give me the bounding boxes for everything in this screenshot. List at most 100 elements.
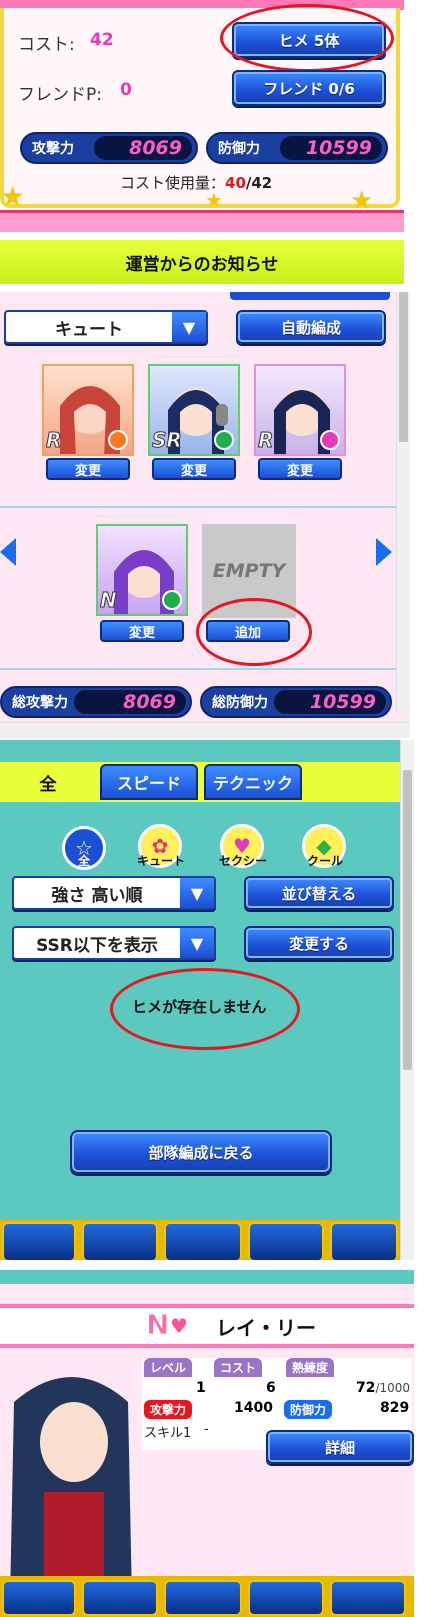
chevron-down-icon: ▼ — [180, 928, 214, 958]
rarity-badge: SR — [152, 428, 183, 453]
tab-technique[interactable]: テクニック — [204, 764, 302, 800]
level-value: 1 — [196, 1380, 206, 1396]
change-button-2[interactable]: 変更 — [152, 458, 236, 480]
character-detail: N ♥ レイ・リー レベル 1 コスト 6 熟練度 72/1000 攻撃力 14… — [0, 1270, 414, 1617]
nav-menu-icon[interactable] — [330, 1580, 406, 1616]
tab-speed-label: スピード — [116, 774, 181, 793]
pink-ribbon — [0, 210, 404, 232]
detail-rarity-badge: N — [145, 1308, 170, 1342]
attack-value: 8069 — [94, 136, 192, 160]
tab-all[interactable]: 全 — [0, 762, 96, 802]
cool-attribute-icon — [162, 590, 182, 610]
rarity-select-value: SSR以下を表示 — [36, 935, 158, 956]
type-select-value: キュート — [55, 319, 123, 340]
detail-button[interactable]: 詳細 — [266, 1430, 414, 1464]
formation-panel: キュート ▼ 自動編成 R 変更 SR 変更 R 変更 N 変更 EMPTY 追… — [0, 292, 410, 722]
notice-banner[interactable]: 運営からのお知らせ — [0, 240, 404, 284]
detail-bottom-nav — [0, 1576, 414, 1617]
sort-button[interactable]: 並び替える — [244, 876, 394, 910]
tab-technique-label: テクニック — [212, 774, 293, 793]
formation-scrollbar[interactable] — [396, 292, 410, 712]
heart-icon: ♥ — [170, 1314, 188, 1338]
character-slot-2[interactable]: SR — [148, 364, 240, 456]
divider — [0, 506, 396, 508]
friend-points-label: フレンドP: — [18, 85, 102, 105]
tab-speed[interactable]: スピード — [100, 764, 198, 800]
nav-party-icon[interactable] — [248, 1580, 324, 1616]
auto-formation-button[interactable]: 自動編成 — [236, 310, 386, 344]
character-slot-1[interactable]: R — [42, 364, 134, 456]
total-defense-value: 10599 — [274, 690, 386, 714]
cost-value: 42 — [90, 30, 114, 50]
mastery-value: 72/1000 — [356, 1380, 410, 1396]
nav-world-icon[interactable] — [82, 1222, 158, 1260]
mastery-current: 72 — [356, 1380, 376, 1396]
back-to-formation-button[interactable]: 部隊編成に戻る — [70, 1130, 332, 1174]
total-attack-label: 総攻撃力 — [12, 695, 68, 711]
bottom-nav — [0, 1220, 400, 1260]
cost-label: コスト: — [18, 35, 75, 55]
scrollbar-thumb[interactable] — [403, 770, 412, 1070]
change-button-3[interactable]: 変更 — [258, 458, 342, 480]
total-defense-stat: 総防御力 10599 — [200, 686, 392, 718]
hime-list-screen: 全 スピード テクニック ☆ 全 ✿ キュート ♥ セクシー ◆ クール 強さ … — [0, 740, 414, 1260]
scrollbar-thumb[interactable] — [399, 292, 408, 442]
empty-slot-label: EMPTY — [212, 560, 286, 582]
rarity-badge: R — [257, 428, 274, 453]
friend-points-value: 0 — [120, 80, 132, 100]
add-button-highlight — [196, 598, 312, 666]
detail-top-stripe — [0, 1270, 414, 1284]
cool-attribute-icon — [214, 430, 234, 450]
defense-value: 829 — [380, 1400, 410, 1416]
chevron-down-icon: ▼ — [180, 878, 214, 908]
detail-header-bar — [0, 1304, 414, 1348]
cost-value: 6 — [266, 1380, 276, 1396]
nav-party-icon[interactable] — [248, 1222, 324, 1260]
cute-attribute-icon — [108, 430, 128, 450]
friend-count-button[interactable]: フレンド 0/6 — [232, 70, 386, 106]
rarity-badge: R — [45, 428, 62, 453]
nav-world-icon[interactable] — [82, 1580, 158, 1616]
character-slot-3[interactable]: R — [254, 364, 346, 456]
nav-star-icon[interactable] — [164, 1222, 242, 1260]
defense-value: 10599 — [280, 136, 382, 160]
change-button-1[interactable]: 変更 — [46, 458, 130, 480]
defense-label: 防御力 — [218, 141, 260, 157]
rarity-select[interactable]: SSR以下を表示 ▼ — [12, 926, 216, 960]
attack-label: 攻撃力 — [32, 141, 74, 157]
total-attack-value: 8069 — [74, 690, 186, 714]
filter-all-label: 全 — [77, 854, 90, 868]
change-button-4[interactable]: 変更 — [100, 620, 184, 642]
rarity-badge: N — [100, 588, 118, 613]
attack-label: 攻撃力 — [144, 1400, 193, 1419]
page-left-arrow[interactable] — [0, 538, 16, 566]
character-portrait-rei-lee — [10, 1377, 132, 1602]
window-bottom-bar — [0, 722, 410, 738]
character-slot-4[interactable]: N — [96, 524, 188, 616]
top-status-panel: コスト: 42 フレンドP: 0 ヒメ 5体 フレンド 0/6 攻撃力 8069… — [0, 0, 404, 290]
tab-all-label: 全 — [39, 774, 57, 795]
chevron-down-icon: ▼ — [172, 312, 206, 342]
nav-home-icon[interactable] — [2, 1222, 76, 1260]
cost-usage-current: 40 — [225, 174, 246, 192]
nav-star-icon[interactable] — [164, 1580, 242, 1616]
star-decoration-left: ★ — [0, 180, 26, 213]
nav-home-icon[interactable] — [2, 1580, 76, 1616]
apply-button[interactable]: 変更する — [244, 926, 394, 960]
nav-menu-icon[interactable] — [330, 1222, 398, 1260]
skill-label: スキル1 — [144, 1426, 192, 1441]
type-select[interactable]: キュート ▼ — [4, 310, 208, 344]
cost-label: コスト — [214, 1358, 263, 1377]
sort-select[interactable]: 強さ 高い順 ▼ — [12, 876, 216, 910]
notice-banner-label: 運営からのお知らせ — [125, 254, 279, 275]
page-right-arrow[interactable] — [376, 538, 392, 566]
attack-stat: 攻撃力 8069 — [20, 132, 198, 164]
filter-cute-label: キュート — [136, 854, 185, 868]
character-portrait — [4, 1362, 140, 1602]
sort-select-value: 強さ 高い順 — [51, 885, 143, 906]
mastery-label: 熟練度 — [286, 1358, 335, 1377]
detail-name: レイ・リー — [216, 1316, 316, 1340]
formation-top-strip — [230, 292, 390, 300]
list-scrollbar[interactable] — [400, 740, 414, 1260]
cost-usage: コスト使用量：40/42 — [120, 172, 272, 193]
